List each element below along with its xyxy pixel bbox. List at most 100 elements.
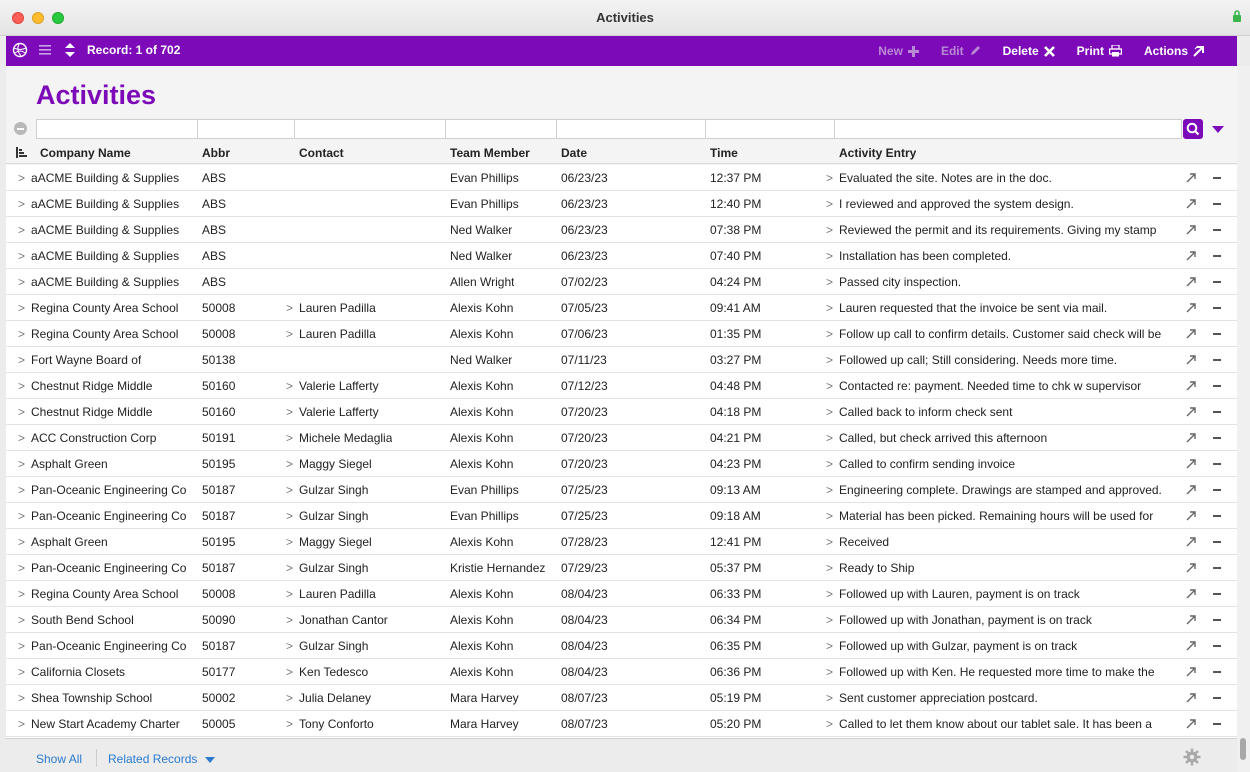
table-row[interactable]: > Pan-Oceanic Engineering Co 50187 > Gulzar …: [6, 503, 1237, 529]
find-contact-field[interactable]: [294, 119, 446, 139]
chevron-right-icon[interactable]: >: [18, 691, 25, 705]
company-cell[interactable]: > Chestnut Ridge Middle: [18, 379, 152, 393]
chevron-right-icon[interactable]: >: [18, 587, 25, 601]
column-header-contact[interactable]: Contact: [299, 146, 344, 160]
activity-entry-cell[interactable]: > Received: [826, 535, 1176, 549]
activity-entry-cell[interactable]: > Ready to Ship: [826, 561, 1176, 575]
contact-cell[interactable]: > Gulzar Singh: [286, 639, 368, 653]
chevron-right-icon[interactable]: >: [826, 327, 833, 341]
chevron-right-icon[interactable]: >: [18, 171, 25, 185]
go-to-record-icon[interactable]: [1186, 666, 1197, 677]
company-cell[interactable]: > Regina County Area School: [18, 587, 178, 601]
column-header-date[interactable]: Date: [561, 146, 587, 160]
company-cell[interactable]: > aACME Building & Supplies: [18, 275, 179, 289]
company-cell[interactable]: > Asphalt Green: [18, 457, 108, 471]
chevron-right-icon[interactable]: >: [286, 327, 293, 341]
go-to-record-icon[interactable]: [1186, 718, 1197, 729]
company-cell[interactable]: > aACME Building & Supplies: [18, 171, 179, 185]
activity-entry-cell[interactable]: > Lauren requested that the invoice be se…: [826, 301, 1176, 315]
chevron-right-icon[interactable]: >: [18, 327, 25, 341]
delete-row-icon[interactable]: [1213, 697, 1221, 699]
chevron-right-icon[interactable]: >: [826, 301, 833, 315]
go-to-record-icon[interactable]: [1186, 536, 1197, 547]
chevron-right-icon[interactable]: >: [286, 535, 293, 549]
chevron-right-icon[interactable]: >: [286, 483, 293, 497]
delete-row-icon[interactable]: [1213, 541, 1221, 543]
company-cell[interactable]: > aACME Building & Supplies: [18, 249, 179, 263]
chevron-right-icon[interactable]: >: [18, 639, 25, 653]
go-to-record-icon[interactable]: [1186, 354, 1197, 365]
delete-row-icon[interactable]: [1213, 333, 1221, 335]
activity-entry-cell[interactable]: > Evaluated the site. Notes are in the do…: [826, 171, 1176, 185]
table-row[interactable]: > aACME Building & Supplies ABS Evan Philli…: [6, 191, 1237, 217]
clear-find-icon[interactable]: [14, 122, 27, 135]
chevron-right-icon[interactable]: >: [286, 639, 293, 653]
table-row[interactable]: > Fort Wayne Board of 50138 Ned Walker 07/11…: [6, 347, 1237, 373]
contact-cell[interactable]: > Lauren Padilla: [286, 301, 376, 315]
table-row[interactable]: > Regina County Area School 50008 > Lauren P…: [6, 295, 1237, 321]
table-row[interactable]: > Regina County Area School 50008 > Lauren P…: [6, 321, 1237, 347]
contact-cell[interactable]: > Valerie Lafferty: [286, 379, 379, 393]
delete-row-icon[interactable]: [1213, 619, 1221, 621]
table-row[interactable]: > aACME Building & Supplies ABS Ned Walker 0…: [6, 217, 1237, 243]
go-to-record-icon[interactable]: [1186, 692, 1197, 703]
delete-row-icon[interactable]: [1213, 385, 1221, 387]
company-cell[interactable]: > Pan-Oceanic Engineering Co: [18, 509, 186, 523]
chevron-right-icon[interactable]: >: [286, 665, 293, 679]
activity-entry-cell[interactable]: > Follow up call to confirm details. Cust…: [826, 327, 1176, 341]
chevron-right-icon[interactable]: >: [826, 223, 833, 237]
column-header-time[interactable]: Time: [710, 146, 738, 160]
company-cell[interactable]: > South Bend School: [18, 613, 134, 627]
find-time-field[interactable]: [705, 119, 835, 139]
contact-cell[interactable]: > Lauren Padilla: [286, 587, 376, 601]
gear-icon[interactable]: [1183, 748, 1201, 766]
delete-row-icon[interactable]: [1213, 203, 1221, 205]
company-cell[interactable]: > ACC Construction Corp: [18, 431, 156, 445]
chevron-right-icon[interactable]: >: [18, 249, 25, 263]
table-row[interactable]: > Pan-Oceanic Engineering Co 50187 > Gulzar …: [6, 477, 1237, 503]
table-row[interactable]: > Pan-Oceanic Engineering Co 50187 > Gulzar …: [6, 633, 1237, 659]
table-row[interactable]: > New Start Academy Charter 50005 > Tony Con…: [6, 711, 1237, 737]
contact-cell[interactable]: > Gulzar Singh: [286, 561, 368, 575]
contact-cell[interactable]: > Jonathan Cantor: [286, 613, 388, 627]
contact-cell[interactable]: > Ken Tedesco: [286, 665, 368, 679]
chevron-right-icon[interactable]: >: [826, 379, 833, 393]
chevron-right-icon[interactable]: >: [826, 431, 833, 445]
activity-entry-cell[interactable]: > Called, but check arrived this afternoo…: [826, 431, 1176, 445]
activity-entry-cell[interactable]: > Followed up with Lauren, payment is on …: [826, 587, 1176, 601]
table-row[interactable]: > Asphalt Green 50195 > Maggy Siegel Alexis K…: [6, 451, 1237, 477]
company-cell[interactable]: > Regina County Area School: [18, 327, 178, 341]
globe-icon[interactable]: [12, 42, 28, 58]
find-entry-field[interactable]: [834, 119, 1182, 139]
activity-entry-cell[interactable]: > Called back to inform check sent: [826, 405, 1176, 419]
chevron-right-icon[interactable]: >: [18, 275, 25, 289]
delete-row-icon[interactable]: [1213, 515, 1221, 517]
chevron-right-icon[interactable]: >: [286, 613, 293, 627]
delete-row-icon[interactable]: [1213, 645, 1221, 647]
activity-entry-cell[interactable]: > Contacted re: payment. Needed time to c…: [826, 379, 1176, 393]
chevron-right-icon[interactable]: >: [826, 561, 833, 575]
activity-entry-cell[interactable]: > Followed up with Jonathan, payment is o…: [826, 613, 1176, 627]
chevron-right-icon[interactable]: >: [826, 197, 833, 211]
company-cell[interactable]: > Chestnut Ridge Middle: [18, 405, 152, 419]
company-cell[interactable]: > California Closets: [18, 665, 125, 679]
delete-row-icon[interactable]: [1213, 593, 1221, 595]
go-to-record-icon[interactable]: [1186, 562, 1197, 573]
delete-row-icon[interactable]: [1213, 307, 1221, 309]
delete-row-icon[interactable]: [1213, 489, 1221, 491]
delete-row-icon[interactable]: [1213, 177, 1221, 179]
chevron-right-icon[interactable]: >: [286, 509, 293, 523]
table-row[interactable]: > South Bend School 50090 > Jonathan Cantor A…: [6, 607, 1237, 633]
go-to-record-icon[interactable]: [1186, 640, 1197, 651]
chevron-right-icon[interactable]: >: [18, 405, 25, 419]
table-row[interactable]: > Shea Township School 50002 > Julia Delaney…: [6, 685, 1237, 711]
find-date-field[interactable]: [556, 119, 706, 139]
chevron-right-icon[interactable]: >: [826, 353, 833, 367]
list-view-icon[interactable]: [37, 42, 53, 58]
record-navigator-icon[interactable]: [62, 42, 78, 58]
go-to-record-icon[interactable]: [1186, 302, 1197, 313]
contact-cell[interactable]: > Michele Medaglia: [286, 431, 392, 445]
delete-row-icon[interactable]: [1213, 671, 1221, 673]
go-to-record-icon[interactable]: [1186, 510, 1197, 521]
delete-row-icon[interactable]: [1213, 411, 1221, 413]
